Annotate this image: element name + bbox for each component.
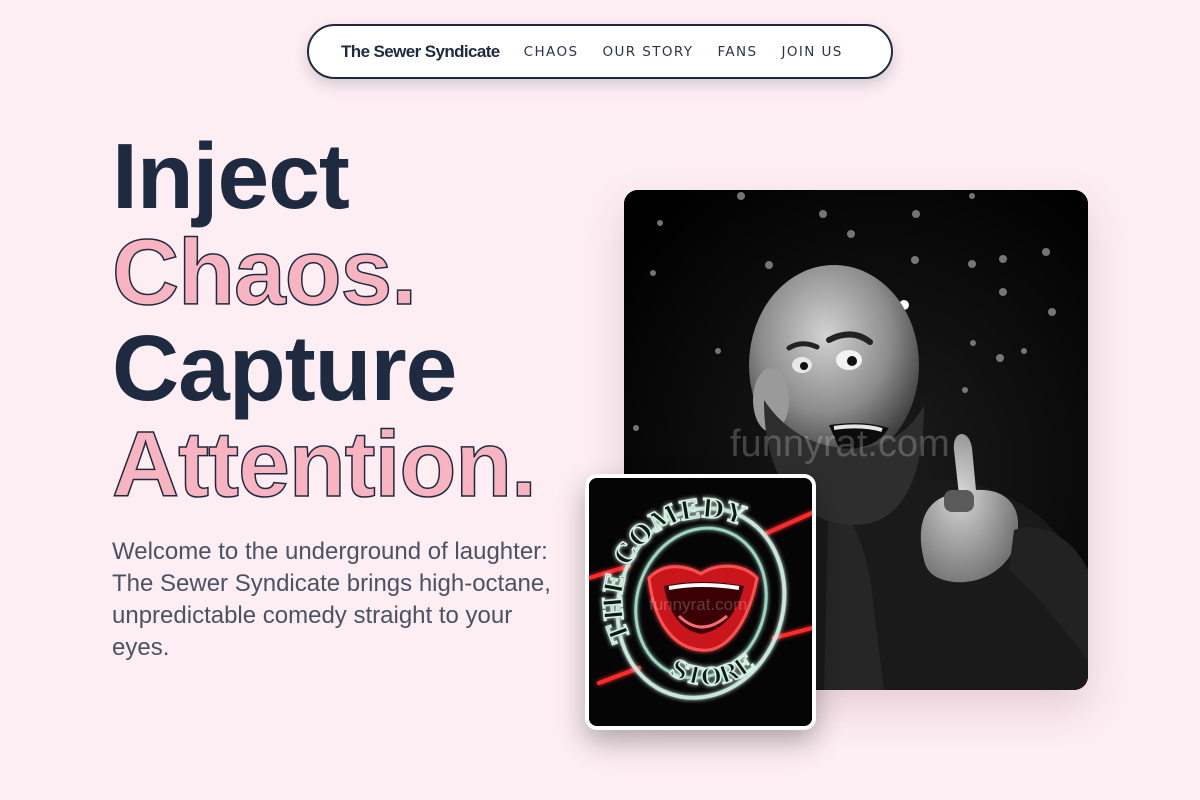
small-photo-watermark: funnyrat.com: [649, 595, 747, 614]
nav-link-our-story[interactable]: OUR STORY: [602, 44, 693, 60]
nav-link-chaos[interactable]: CHAOS: [524, 44, 579, 60]
main-photo-watermark: funnyrat.com: [730, 423, 950, 465]
top-nav: The Sewer Syndicate CHAOS OUR STORY FANS…: [307, 24, 893, 79]
neon-sign-illustration: THE COMEDY STORE funnyrat.com: [589, 478, 812, 726]
nav-link-fans[interactable]: FANS: [717, 44, 757, 60]
landing-page: The Sewer Syndicate CHAOS OUR STORY FANS…: [0, 0, 1200, 800]
nav-links: CHAOS OUR STORY FANS JOIN US: [524, 44, 843, 60]
headline-line-attention: Attention.: [111, 412, 537, 516]
headline-line-chaos: Chaos.: [111, 220, 418, 324]
hero-headline: Inject Chaos. Capture Attention.: [111, 124, 537, 516]
brand-logo[interactable]: The Sewer Syndicate: [341, 42, 500, 62]
comedy-store-sign-photo: THE COMEDY STORE funnyrat.com: [585, 474, 816, 730]
headline-line-inject: Inject: [112, 124, 350, 228]
nav-link-join-us[interactable]: JOIN US: [781, 44, 842, 60]
headline-line-capture: Capture: [112, 316, 457, 420]
hero-description: Welcome to the underground of laughter: …: [112, 538, 551, 661]
